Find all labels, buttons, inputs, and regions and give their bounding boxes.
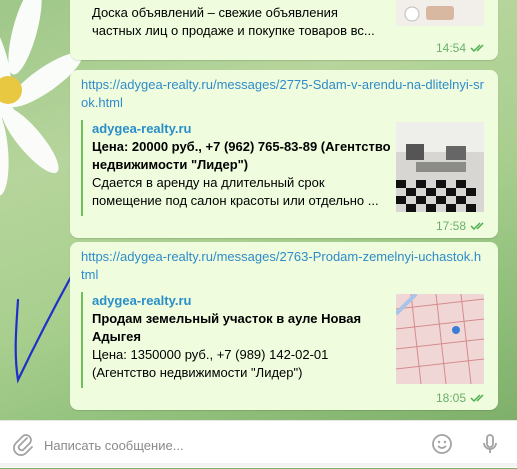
message-link[interactable]: https://adygea-realty.ru/messages/2763-P… [81, 248, 484, 284]
message-meta: 18:05 [436, 391, 488, 405]
message-meta: 14:54 [436, 41, 488, 55]
double-check-icon [470, 222, 484, 231]
window-bottom-edge [0, 463, 517, 467]
preview-thumbnail[interactable] [396, 294, 484, 384]
message-bubble[interactable]: https://adygea-realty.ru/messages/2763-P… [70, 242, 498, 410]
message-time: 18:05 [435, 391, 466, 405]
preview-description: Сдается в аренду на длительный срок поме… [92, 175, 379, 208]
message-text: Доска объявлений – свежие объявления [92, 5, 338, 20]
message-bubble[interactable]: Доска объявлений – свежие объявления час… [70, 0, 498, 60]
chat-background: Доска объявлений – свежие объявления час… [0, 0, 517, 420]
message-bubble[interactable]: https://adygea-realty.ru/messages/2775-S… [70, 70, 498, 238]
message-composer [0, 420, 517, 469]
smiley-icon[interactable] [429, 431, 455, 457]
message-text: частных лиц о продаже и покупке товаров … [92, 23, 375, 38]
preview-thumbnail[interactable] [396, 122, 484, 212]
link-preview[interactable]: adygea-realty.ru Продам земельный участо… [81, 292, 484, 388]
double-check-icon [470, 44, 484, 53]
message-input[interactable] [42, 421, 416, 469]
preview-description: Цена: 1350000 руб., +7 (989) 142-02-01 (… [92, 347, 329, 380]
preview-title: Продам земельный участок в ауле Новая Ад… [92, 311, 362, 344]
paperclip-icon[interactable] [10, 431, 36, 457]
message-meta: 17:58 [436, 219, 488, 233]
preview-title: Цена: 20000 руб., +7 (962) 765-83-89 (Аг… [92, 139, 391, 172]
message-link[interactable]: https://adygea-realty.ru/messages/2775-S… [81, 76, 484, 112]
double-check-icon [470, 394, 484, 403]
link-preview[interactable]: adygea-realty.ru Цена: 20000 руб., +7 (9… [81, 120, 484, 216]
microphone-icon[interactable] [477, 431, 503, 457]
message-time: 17:58 [435, 219, 466, 233]
preview-thumbnail[interactable] [396, 0, 484, 26]
message-time: 14:54 [435, 41, 466, 55]
